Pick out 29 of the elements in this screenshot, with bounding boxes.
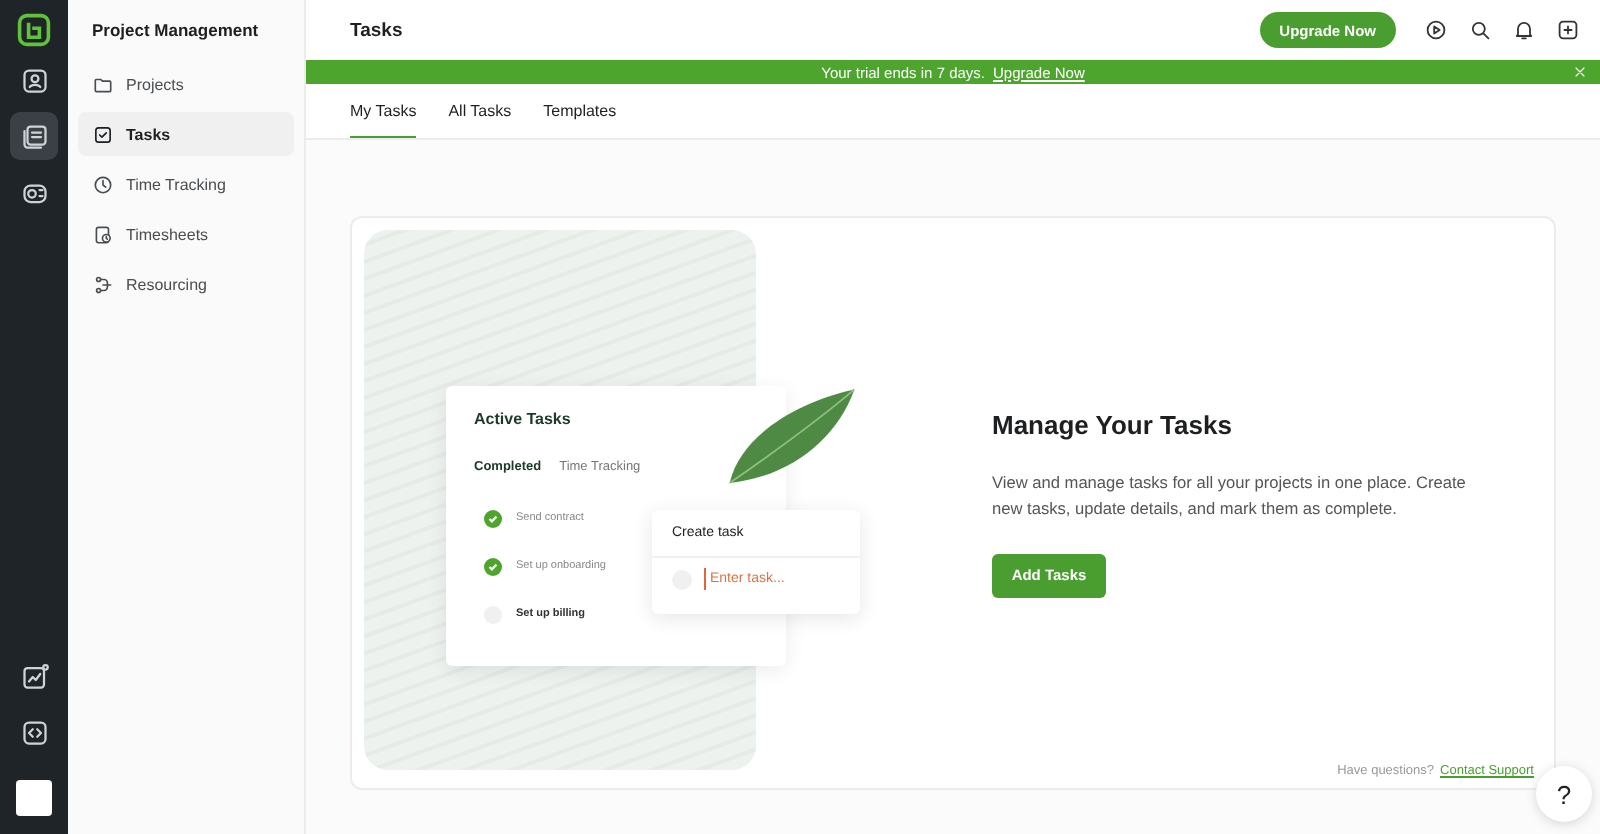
- tab[interactable]: Templates: [543, 84, 617, 138]
- sidebar-item[interactable]: Time Tracking: [78, 162, 294, 206]
- checkbox-icon: [92, 123, 114, 145]
- tab[interactable]: All Tasks: [448, 84, 512, 138]
- close-icon[interactable]: [1572, 64, 1588, 80]
- sidebar-item[interactable]: Timesheets: [78, 212, 294, 256]
- tab[interactable]: My Tasks: [350, 84, 417, 138]
- add-icon[interactable]: [1556, 18, 1580, 42]
- code-icon: [19, 717, 49, 747]
- clock-icon: [92, 173, 114, 195]
- empty-state-heading: Manage Your Tasks: [992, 410, 1234, 440]
- contact-card-icon: [19, 65, 49, 95]
- play-icon[interactable]: [1424, 18, 1448, 42]
- sidebar-item[interactable]: Resourcing: [78, 262, 294, 306]
- card-title: Active Tasks: [474, 410, 573, 428]
- resource-icon: [92, 273, 114, 295]
- bell-icon[interactable]: [1512, 18, 1536, 42]
- logo-icon[interactable]: [16, 12, 52, 48]
- chart-icon: [19, 661, 49, 691]
- folder-icon: [92, 73, 114, 95]
- sidebar-item[interactable]: Projects: [78, 62, 294, 106]
- empty-state-description: View and manage tasks for all your projects in one place. Create new tasks, update details, and mark them as complete.: [992, 470, 1468, 522]
- search-icon[interactable]: [1468, 18, 1492, 42]
- page-title: Tasks: [350, 19, 405, 41]
- notes-icon: [19, 121, 49, 151]
- sidebar-title: Project Management: [92, 20, 261, 40]
- rail-button[interactable]: [10, 112, 58, 160]
- timesheet-icon: [92, 223, 114, 245]
- sidebar-item[interactable]: Tasks: [78, 112, 294, 156]
